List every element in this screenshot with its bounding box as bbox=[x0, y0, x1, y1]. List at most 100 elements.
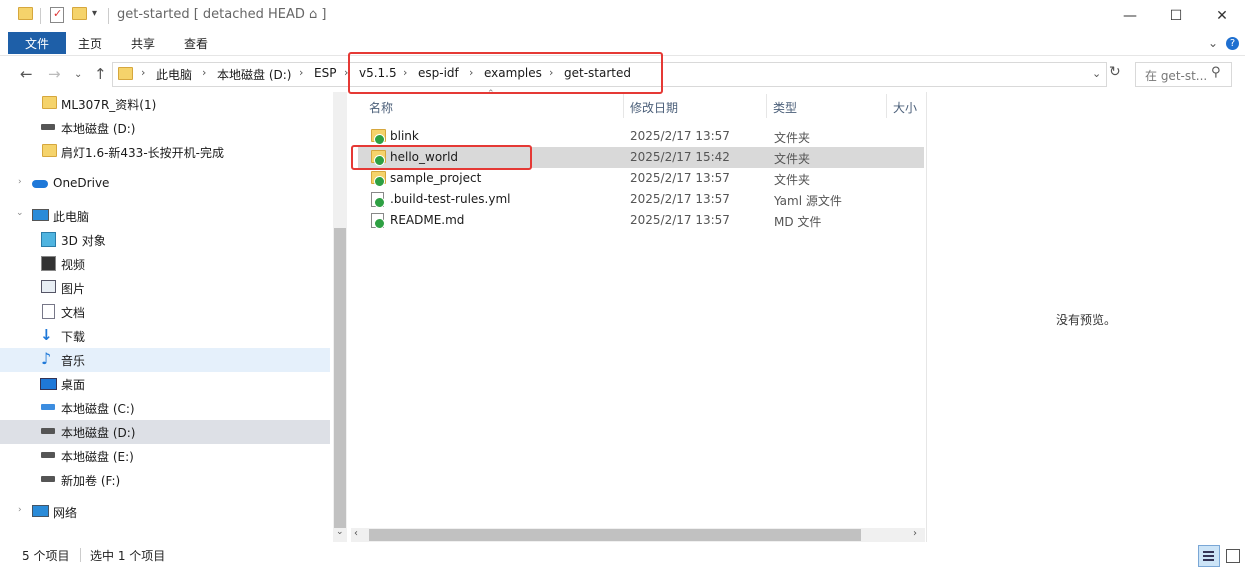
nav-label: 下载 bbox=[61, 330, 86, 344]
file-row-sample-project[interactable]: sample_project 2025/2/17 13:57 文件夹 bbox=[358, 168, 924, 189]
file-name: sample_project bbox=[390, 171, 482, 185]
file-row-readme[interactable]: README.md 2025/2/17 13:57 MD 文件 bbox=[358, 210, 924, 231]
recent-locations-icon[interactable]: ⌄ bbox=[74, 69, 82, 80]
address-dropdown-icon[interactable]: ⌄ bbox=[1092, 67, 1101, 80]
details-view-icon[interactable] bbox=[1198, 545, 1220, 567]
nav-item-3d-objects[interactable]: 3D 对象 bbox=[0, 228, 330, 252]
tab-home[interactable]: 主页 bbox=[78, 35, 102, 52]
expand-arrow-icon[interactable]: › bbox=[18, 505, 22, 515]
crumb-esp[interactable]: ESP bbox=[314, 66, 336, 80]
nav-label: 本地磁盘 (D:) bbox=[61, 122, 136, 136]
file-list-scrollbar-thumb[interactable] bbox=[369, 529, 861, 541]
column-header-date[interactable]: 修改日期 bbox=[630, 99, 678, 116]
search-icon[interactable]: ⚲ bbox=[1211, 65, 1221, 80]
scroll-down-icon[interactable]: ⌄ bbox=[336, 527, 344, 537]
drive-icon bbox=[41, 476, 55, 482]
file-icon bbox=[371, 192, 385, 208]
scroll-left-icon[interactable]: ‹ bbox=[354, 528, 358, 539]
nav-item-drive-d[interactable]: 本地磁盘 (D:) bbox=[0, 420, 330, 444]
tab-file[interactable]: 文件 bbox=[8, 32, 66, 54]
help-icon[interactable]: ? bbox=[1226, 37, 1239, 50]
nav-scrollbar-thumb[interactable] bbox=[334, 228, 346, 528]
file-row-build-test-rules[interactable]: .build-test-rules.yml 2025/2/17 13:57 Ya… bbox=[358, 189, 924, 210]
minimize-button[interactable]: — bbox=[1107, 0, 1153, 32]
nav-item-music[interactable]: ♪ 音乐 bbox=[0, 348, 330, 372]
properties-icon[interactable]: ✓ bbox=[50, 7, 64, 23]
file-type: Yaml 源文件 bbox=[774, 194, 842, 208]
nav-item-desktop[interactable]: 桌面 bbox=[0, 372, 330, 396]
crumb-drive-d[interactable]: 本地磁盘 (D:) bbox=[217, 66, 291, 83]
divider bbox=[80, 548, 81, 562]
file-date: 2025/2/17 13:57 bbox=[630, 129, 730, 143]
column-divider[interactable] bbox=[623, 94, 624, 118]
document-icon bbox=[42, 304, 55, 319]
window-title: get-started [ detached HEAD ⌂ ] bbox=[117, 7, 327, 22]
nav-item-ml307r[interactable]: ML307R_资料(1) bbox=[0, 92, 330, 116]
up-button[interactable]: ↑ bbox=[94, 65, 107, 83]
drive-icon bbox=[41, 452, 55, 458]
tab-share[interactable]: 共享 bbox=[131, 35, 155, 52]
nav-item-onedrive[interactable]: › OneDrive bbox=[0, 172, 330, 196]
nav-item-drive-c[interactable]: 本地磁盘 (C:) bbox=[0, 396, 330, 420]
nav-item-shoulder-light[interactable]: 肩灯1.6-新433-长按开机-完成 bbox=[0, 140, 330, 164]
nav-label: 肩灯1.6-新433-长按开机-完成 bbox=[61, 146, 224, 160]
nav-item-this-pc[interactable]: ⌄ 此电脑 bbox=[0, 204, 330, 228]
drive-icon bbox=[41, 428, 55, 434]
nav-item-pictures[interactable]: 图片 bbox=[0, 276, 330, 300]
close-button[interactable]: ✕ bbox=[1199, 0, 1245, 32]
nav-label: 此电脑 bbox=[53, 210, 90, 224]
sort-arrow-icon: ⌃ bbox=[487, 89, 495, 99]
nav-label: 本地磁盘 (C:) bbox=[61, 402, 135, 416]
back-button[interactable]: ← bbox=[20, 65, 33, 83]
new-folder-icon[interactable] bbox=[72, 7, 87, 23]
nav-label: 音乐 bbox=[61, 354, 86, 368]
scroll-right-icon[interactable]: › bbox=[913, 528, 917, 539]
video-icon bbox=[41, 256, 56, 271]
nav-item-videos[interactable]: 视频 bbox=[0, 252, 330, 276]
column-divider[interactable] bbox=[766, 94, 767, 118]
music-icon: ♪ bbox=[41, 349, 52, 368]
drive-icon bbox=[41, 124, 55, 130]
download-icon: ↓ bbox=[40, 326, 53, 344]
address-highlight-annotation bbox=[348, 52, 663, 94]
status-item-count: 5 个项目 bbox=[22, 549, 70, 563]
preview-divider[interactable] bbox=[926, 92, 927, 542]
file-row-blink[interactable]: blink 2025/2/17 13:57 文件夹 bbox=[358, 126, 924, 147]
nav-item-drive-f[interactable]: 新加卷 (F:) bbox=[0, 468, 330, 492]
expand-arrow-icon[interactable]: › bbox=[18, 177, 22, 187]
file-date: 2025/2/17 15:42 bbox=[630, 150, 730, 164]
nav-item-drive-e[interactable]: 本地磁盘 (E:) bbox=[0, 444, 330, 468]
nav-label: 新加卷 (F:) bbox=[61, 474, 121, 488]
nav-item-drive-d-pinned[interactable]: 本地磁盘 (D:) bbox=[0, 116, 330, 140]
crumb-this-pc[interactable]: 此电脑 bbox=[156, 66, 192, 83]
column-header-name[interactable]: 名称 bbox=[369, 99, 393, 116]
quick-access-dropdown-icon[interactable]: ▾ bbox=[92, 8, 97, 19]
large-icons-view-icon[interactable] bbox=[1222, 545, 1242, 565]
nav-item-documents[interactable]: 文档 bbox=[0, 300, 330, 324]
file-name: README.md bbox=[390, 213, 465, 227]
drive-icon bbox=[41, 404, 55, 410]
column-header-size[interactable]: 大小 bbox=[893, 99, 917, 116]
refresh-icon[interactable]: ↻ bbox=[1109, 64, 1121, 80]
status-bar bbox=[0, 544, 1245, 568]
nav-item-network[interactable]: › 网络 bbox=[0, 500, 330, 524]
chevron-right-icon[interactable]: › bbox=[299, 66, 303, 79]
expand-ribbon-icon[interactable]: ⌄ bbox=[1208, 36, 1218, 50]
status-selected-count: 选中 1 个项目 bbox=[90, 549, 166, 563]
file-date: 2025/2/17 13:57 bbox=[630, 171, 730, 185]
nav-item-downloads[interactable]: ↓ 下载 bbox=[0, 324, 330, 348]
maximize-button[interactable]: ☐ bbox=[1153, 0, 1199, 32]
chevron-right-icon[interactable]: › bbox=[141, 66, 145, 79]
column-header-type[interactable]: 类型 bbox=[773, 99, 797, 116]
tab-view[interactable]: 查看 bbox=[184, 35, 208, 52]
nav-label: 网络 bbox=[53, 506, 78, 520]
column-divider[interactable] bbox=[886, 94, 887, 118]
file-date: 2025/2/17 13:57 bbox=[630, 192, 730, 206]
hello-world-highlight-annotation bbox=[351, 145, 532, 170]
file-icon bbox=[371, 213, 385, 229]
folder-icon bbox=[42, 144, 57, 158]
collapse-arrow-icon[interactable]: ⌄ bbox=[16, 208, 24, 218]
network-icon bbox=[32, 505, 49, 517]
chevron-right-icon[interactable]: › bbox=[202, 66, 206, 79]
forward-button[interactable]: → bbox=[48, 65, 61, 83]
